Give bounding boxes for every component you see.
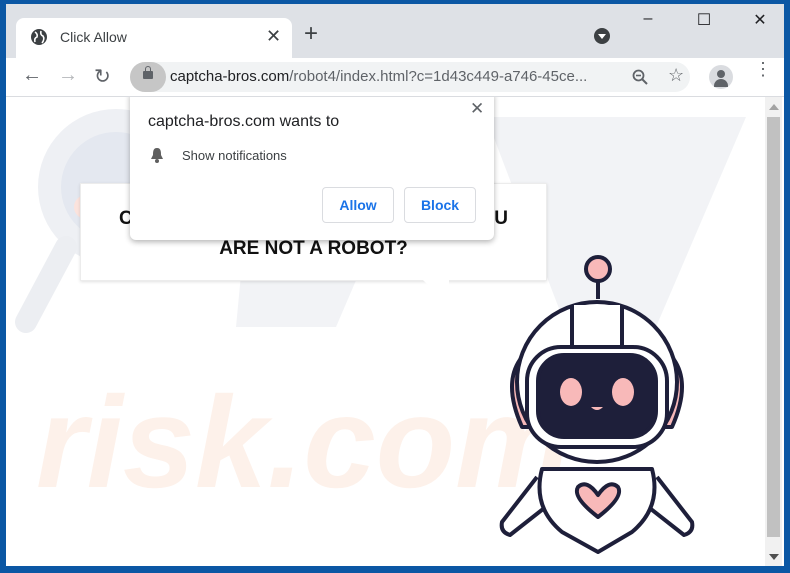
scroll-up-arrow-icon[interactable] [769,104,779,110]
new-tab-button[interactable]: + [304,22,318,46]
robot-illustration [499,255,695,554]
bubble-tail [421,278,449,306]
url-text[interactable]: captcha-bros.com/robot4/index.html?c=1d4… [170,68,587,85]
scroll-down-arrow-icon[interactable] [769,554,779,560]
profile-avatar[interactable] [709,65,733,89]
allow-button[interactable]: Allow [322,187,394,223]
scroll-thumb[interactable] [767,117,780,537]
page-viewport: risk.com CU ARE NOT A ROBOT? captcha-bro… [6,97,784,566]
lock-icon [143,66,153,79]
permission-text: Show notifications [182,148,287,163]
menu-icon[interactable]: ⋮ [754,60,772,78]
forward-button[interactable]: → [58,64,78,87]
tab-strip: Click Allow ✕ + – ☐ ✕ [6,4,784,58]
bookmark-star-icon[interactable]: ☆ [668,65,684,86]
maximize-button[interactable]: ☐ [684,10,724,30]
back-button[interactable]: ← [22,64,42,87]
minimize-button[interactable]: – [628,10,668,28]
tab-search-icon[interactable] [594,28,610,44]
robot-face-screen [536,353,658,439]
globe-icon [31,29,47,45]
robot-antenna [584,255,612,283]
watermark-text: risk.com [36,369,571,515]
vertical-scrollbar[interactable] [765,97,782,566]
tab-click-allow[interactable]: Click Allow ✕ [16,18,292,58]
bell-icon [151,148,163,163]
robot-right-eye [612,378,634,406]
close-window-button[interactable]: ✕ [740,10,780,30]
tab-title: Click Allow [60,29,127,45]
tab-close-icon[interactable]: ✕ [266,26,281,47]
notification-permission-popup: captcha-bros.com wants to ✕ Show notific… [130,97,494,240]
robot-left-eye [560,378,582,406]
address-bar[interactable]: captcha-bros.com/robot4/index.html?c=1d4… [130,62,690,92]
popup-close-icon[interactable]: ✕ [470,99,484,119]
site-info-button[interactable] [130,62,166,92]
toolbar: ← → ↻ captcha-bros.com/robot4/index.html… [6,58,784,97]
zoom-out-icon[interactable] [632,69,648,85]
url-domain: captcha-bros.com [170,68,290,85]
reload-button[interactable]: ↻ [94,64,111,89]
url-path: /robot4/index.html?c=1d43c449-a746-45ce.… [289,68,588,85]
bubble-text-right: U [494,208,508,229]
popup-title: captcha-bros.com wants to [148,113,340,130]
block-button[interactable]: Block [404,187,476,223]
browser-window: Click Allow ✕ + – ☐ ✕ ← → ↻ captcha-bros… [6,4,784,566]
